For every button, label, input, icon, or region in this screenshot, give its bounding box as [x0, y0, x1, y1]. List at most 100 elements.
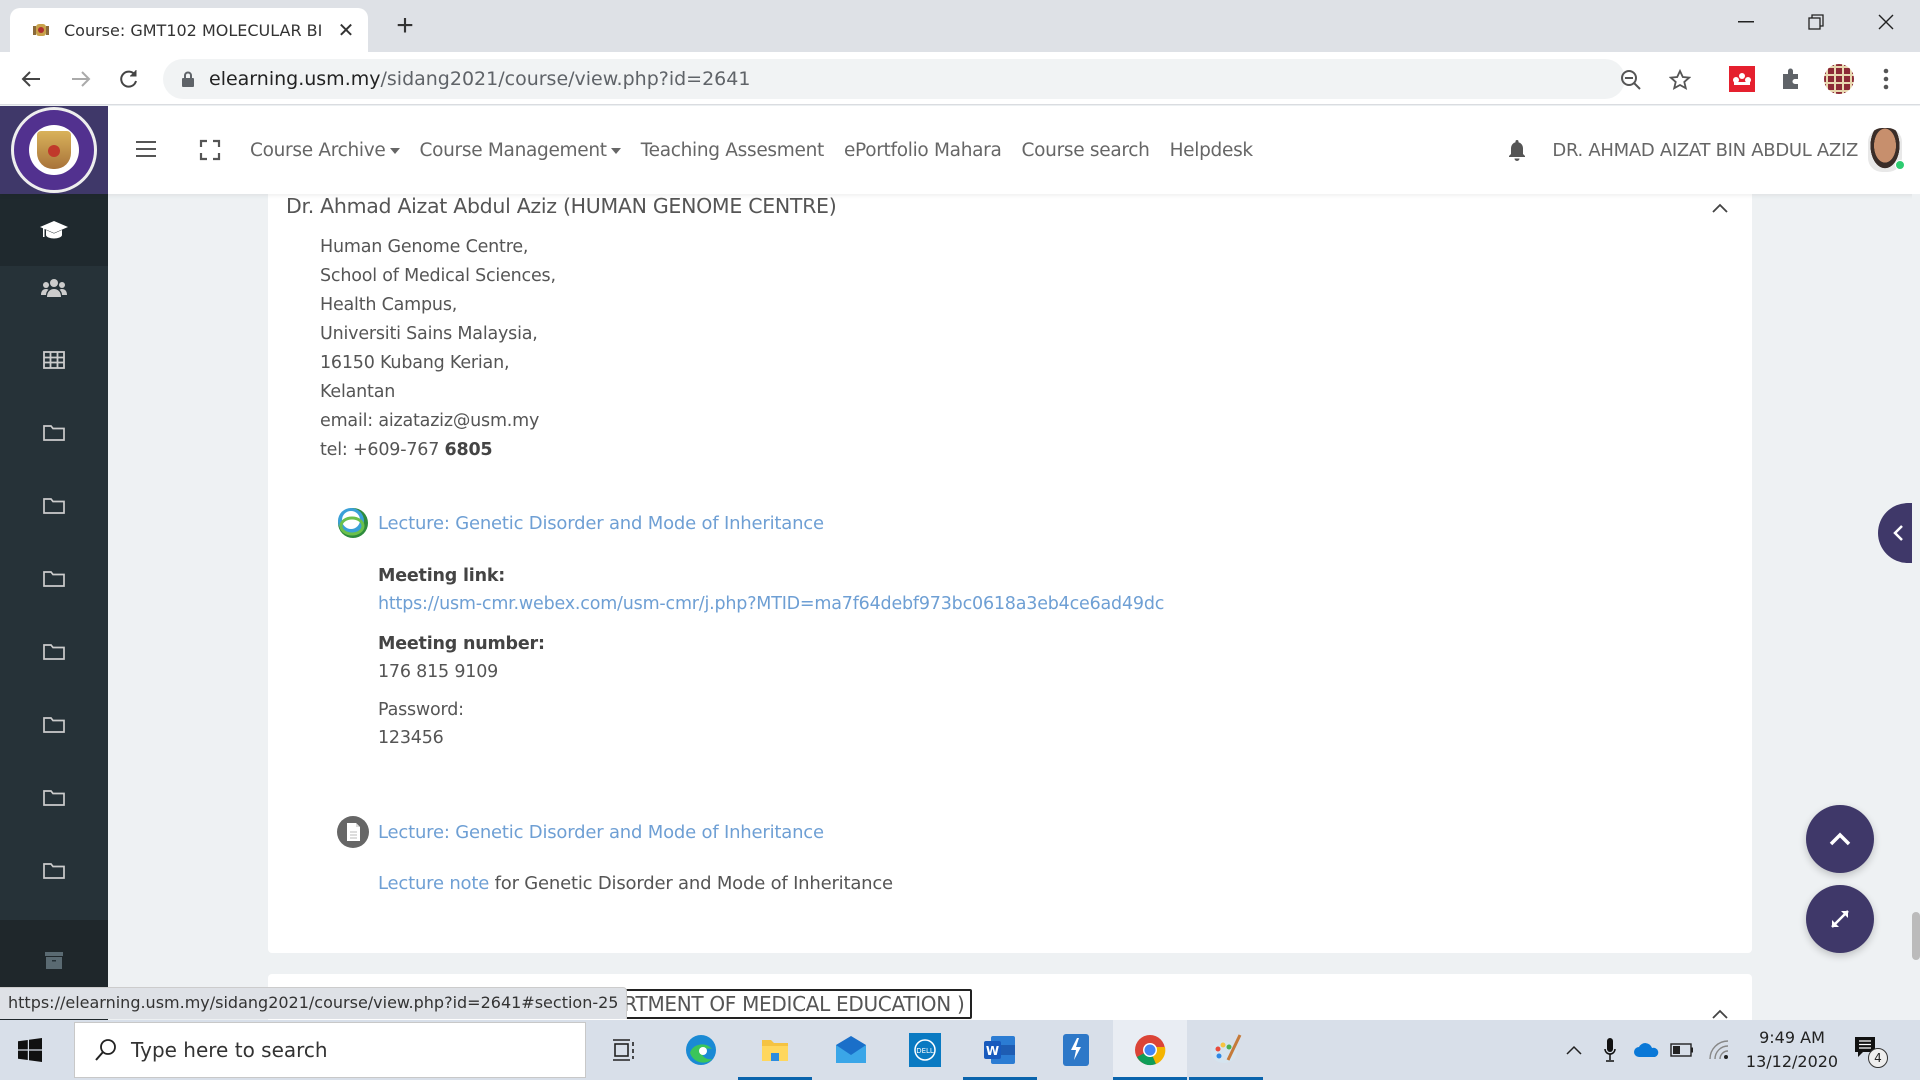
battery-tray-icon[interactable] — [1668, 1020, 1696, 1080]
webex-icon — [338, 508, 368, 538]
notification-bell-icon[interactable] — [1508, 139, 1528, 161]
microphone-tray-icon[interactable] — [1598, 1020, 1622, 1080]
archive-icon — [45, 952, 63, 969]
forward-button[interactable] — [64, 62, 98, 96]
profile-avatar[interactable] — [1822, 62, 1856, 96]
contact-address: Human Genome Centre, School of Medical S… — [320, 233, 556, 465]
lecture-note-link[interactable]: Lecture note — [378, 873, 489, 894]
hamburger-menu-icon[interactable] — [134, 136, 158, 164]
file-activity: Lecture: Genetic Disorder and Mode of In… — [336, 815, 824, 849]
sidebar-item-folder-1[interactable] — [0, 397, 108, 469]
section-title: Dr. Ahmad Aizat Abdul Aziz (HUMAN GENOME… — [286, 194, 837, 218]
meeting-details: Meeting link: https://usm-cmr.webex.com/… — [378, 562, 1164, 752]
scroll-to-top-button[interactable] — [1806, 805, 1874, 873]
folder-icon — [43, 571, 65, 587]
svg-text:DELL: DELL — [916, 1047, 934, 1055]
mail-icon — [836, 1036, 866, 1063]
sidebar-item-participants[interactable] — [0, 252, 108, 324]
clock-time: 9:49 AM — [1759, 1028, 1825, 1047]
taskbar-mail[interactable] — [814, 1020, 888, 1080]
sidebar-item-folder-2[interactable] — [0, 470, 108, 542]
nav-course-search[interactable]: Course search — [1022, 140, 1150, 161]
address-line: School of Medical Sciences, — [320, 266, 556, 286]
course-sidebar — [0, 194, 108, 1020]
taskbar-edge[interactable] — [664, 1020, 738, 1080]
browser-menu-icon[interactable] — [1872, 65, 1900, 93]
windows-taskbar: Type here to search DELL W 9:49 AM 13/12… — [0, 1020, 1920, 1080]
wifi-tray-icon[interactable] — [1704, 1020, 1734, 1080]
address-line: Health Campus, — [320, 295, 458, 315]
action-center-button[interactable]: 4 — [1854, 1036, 1888, 1068]
site-logo-link[interactable] — [0, 106, 108, 194]
file-activity-link[interactable]: Lecture: Genetic Disorder and Mode of In… — [378, 822, 824, 843]
address-line: Kelantan — [320, 382, 396, 402]
webex-activity-link[interactable]: Lecture: Genetic Disorder and Mode of In… — [378, 513, 824, 534]
expand-content-button[interactable] — [1806, 885, 1874, 953]
collapse-section-chevron-up-icon[interactable] — [1712, 200, 1728, 216]
folder-icon — [43, 790, 65, 806]
onedrive-tray-icon[interactable] — [1630, 1020, 1664, 1080]
start-button[interactable] — [18, 1038, 42, 1062]
folder-icon — [43, 644, 65, 660]
show-hidden-icons-button[interactable] — [1560, 1020, 1588, 1080]
back-button[interactable] — [14, 62, 48, 96]
nav-eportfolio-mahara[interactable]: ePortfolio Mahara — [844, 140, 1002, 161]
restore-button[interactable] — [1786, 0, 1846, 44]
address-line: Human Genome Centre, — [320, 237, 529, 257]
user-area: DR. AHMAD AIZAT BIN ABDUL AZIZ — [1508, 106, 1920, 194]
notification-count-badge: 4 — [1868, 1048, 1888, 1068]
meeting-number: 176 815 9109 — [378, 662, 499, 682]
taskbar-clock[interactable]: 9:49 AM 13/12/2020 — [1742, 1026, 1842, 1074]
new-tab-button[interactable]: + — [390, 8, 420, 44]
next-section-title[interactable]: ARTMENT OF MEDICAL EDUCATION ) — [604, 989, 973, 1019]
nav-helpdesk[interactable]: Helpdesk — [1170, 140, 1254, 161]
scrollbar-thumb[interactable] — [1912, 912, 1920, 960]
paint-icon — [1211, 1034, 1242, 1063]
zoom-out-icon[interactable] — [1618, 67, 1644, 93]
meeting-link-label: Meeting link: — [378, 566, 506, 586]
taskbar-word[interactable]: W — [963, 1020, 1037, 1080]
sidebar-item-folder-7[interactable] — [0, 835, 108, 907]
caret-down-icon — [389, 147, 400, 154]
sidebar-item-grades[interactable] — [0, 324, 108, 396]
taskbar-dell[interactable]: DELL — [888, 1020, 962, 1080]
mendeley-extension-icon[interactable] — [1728, 65, 1756, 93]
usm-favicon-icon — [30, 19, 52, 41]
user-avatar[interactable] — [1868, 128, 1905, 172]
nav-course-management[interactable]: Course Management — [420, 140, 621, 161]
dell-icon: DELL — [909, 1033, 941, 1067]
tab-close-icon[interactable]: ✕ — [336, 18, 356, 43]
taskbar-paint[interactable] — [1189, 1020, 1263, 1080]
address-line: Universiti Sains Malaysia, — [320, 324, 538, 344]
task-view-button[interactable] — [587, 1020, 661, 1080]
window-close-button[interactable] — [1856, 0, 1916, 44]
graduation-cap-icon — [40, 221, 68, 239]
user-name[interactable]: DR. AHMAD AIZAT BIN ABDUL AZIZ — [1552, 140, 1858, 161]
sidebar-item-folder-4[interactable] — [0, 616, 108, 688]
reload-button[interactable] — [112, 62, 146, 96]
bookmark-star-icon[interactable] — [1667, 67, 1693, 93]
extensions-puzzle-icon[interactable] — [1777, 65, 1805, 93]
fullscreen-icon[interactable] — [199, 139, 221, 161]
site-navbar: Course Archive Course Management Teachin… — [0, 106, 1920, 194]
taskbar-chrome[interactable] — [1113, 1020, 1187, 1080]
taskbar-azure-data-studio[interactable] — [1039, 1020, 1113, 1080]
forward-arrow-icon — [72, 71, 91, 87]
meeting-link[interactable]: https://usm-cmr.webex.com/usm-cmr/j.php?… — [378, 590, 1164, 618]
url-host: elearning.usm.my — [209, 68, 381, 90]
nav-teaching-assesment[interactable]: Teaching Assesment — [641, 140, 825, 161]
sidebar-item-folder-3[interactable] — [0, 543, 108, 615]
file-explorer-icon — [762, 1040, 788, 1061]
address-bar[interactable]: elearning.usm.my/sidang2021/course/view.… — [163, 59, 1691, 99]
minimize-button[interactable] — [1716, 0, 1776, 44]
taskbar-file-explorer[interactable] — [738, 1020, 812, 1080]
page-scrollbar[interactable] — [1912, 194, 1920, 1020]
chevron-up-icon — [1829, 832, 1851, 846]
nav-course-archive[interactable]: Course Archive — [250, 140, 400, 161]
taskbar-search-box[interactable]: Type here to search — [74, 1022, 586, 1078]
sidebar-item-folder-6[interactable] — [0, 762, 108, 834]
browser-tab[interactable]: Course: GMT102 MOLECULAR BI ✕ — [10, 8, 368, 52]
lecture-note-description: Lecture note for Genetic Disorder and Mo… — [378, 873, 893, 894]
sidebar-item-folder-5[interactable] — [0, 689, 108, 761]
azure-data-studio-icon — [1063, 1034, 1089, 1066]
